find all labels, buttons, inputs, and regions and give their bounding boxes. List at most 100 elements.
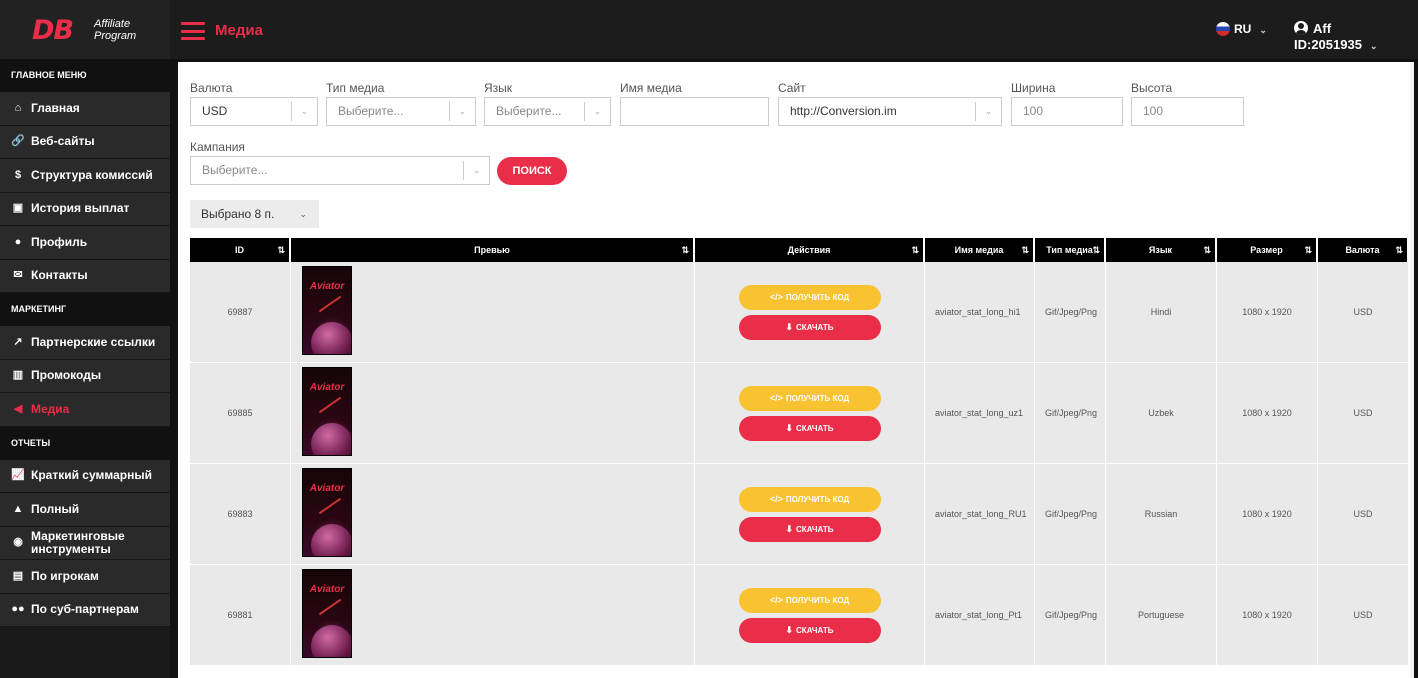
download-button[interactable]: ⬇ СКАЧАТЬ xyxy=(738,314,881,340)
column-header[interactable]: Язык ⇅ xyxy=(1106,238,1217,262)
sort-icon[interactable]: ⇅ xyxy=(277,238,285,262)
download-button[interactable]: ⬇ СКАЧАТЬ xyxy=(738,415,881,441)
chevron-down-icon: ⌄ xyxy=(449,102,475,121)
preview-image[interactable]: Aviator xyxy=(302,367,352,456)
sidebar-item-label: Краткий суммарный xyxy=(31,468,152,483)
preview-image[interactable]: Aviator xyxy=(302,468,352,557)
sidebar-item-user[interactable]: ● Профиль xyxy=(0,226,170,260)
currency-select[interactable]: USD ⌄ xyxy=(190,97,318,126)
sidebar-item-megaphone[interactable]: ◀ Медиа xyxy=(0,393,170,427)
sidebar-item-dollar[interactable]: $ Структура комиссий xyxy=(0,159,170,193)
sidebar-item-home[interactable]: ⌂ Главная xyxy=(0,92,170,126)
table-cell: 69887 xyxy=(190,262,291,362)
height-input[interactable]: 100 xyxy=(1131,97,1244,126)
table-cell: Gif/Jpeg/Png xyxy=(1035,565,1106,665)
table-cell: Aviator xyxy=(291,363,695,463)
logo[interactable]: DB Affiliate Program xyxy=(0,0,170,59)
media-currency: USD xyxy=(1353,307,1373,317)
sidebar-section-title: ОТЧЕТЫ xyxy=(0,426,170,460)
account-menu[interactable]: Aff ID:2051935 ⌄ xyxy=(1294,21,1418,54)
table-cell: Aviator xyxy=(291,262,695,362)
scrollbar[interactable] xyxy=(1410,62,1414,678)
language-selector[interactable]: RU ⌄ xyxy=(1216,21,1267,38)
sidebar-item-label: Партнерские ссылки xyxy=(31,334,156,349)
table-cell: Russian xyxy=(1106,464,1217,564)
media-currency: USD xyxy=(1353,509,1373,519)
column-header-label: Тип медиа xyxy=(1046,245,1093,255)
table-cell: Gif/Jpeg/Png xyxy=(1035,363,1106,463)
sidebar-item-label: Полный xyxy=(31,501,80,516)
width-input[interactable]: 100 xyxy=(1011,97,1123,126)
media-type-select[interactable]: Выберите... ⌄ xyxy=(326,97,476,126)
search-button[interactable]: ПОИСК xyxy=(497,157,567,185)
preview-image[interactable]: Aviator xyxy=(302,569,352,658)
sidebar-item-id-card[interactable]: ▤ По игрокам xyxy=(0,560,170,594)
chevron-down-icon: ⌄ xyxy=(1369,41,1378,51)
sidebar-item-area-chart[interactable]: ▲ Полный xyxy=(0,493,170,527)
table-cell: aviator_stat_long_Pt1 xyxy=(925,565,1035,665)
media-id: 69887 xyxy=(227,307,253,317)
download-button[interactable]: ⬇ СКАЧАТЬ xyxy=(738,516,881,542)
language-select[interactable]: Выберите... ⌄ xyxy=(484,97,611,126)
column-header-label: Действия xyxy=(787,245,831,255)
chevron-down-icon: ⌄ xyxy=(584,102,610,121)
column-header[interactable]: Валюта ⇅ xyxy=(1318,238,1409,262)
table-cell: 1080 x 1920 xyxy=(1217,565,1318,665)
sidebar-item-label: Контакты xyxy=(31,268,88,283)
column-header[interactable]: Превью ⇅ xyxy=(291,238,695,262)
media-language: Hindi xyxy=(1150,307,1172,317)
site-select[interactable]: http://Conversion.im ⌄ xyxy=(778,97,1002,126)
get-code-button[interactable]: </> ПОЛУЧИТЬ КОД xyxy=(738,385,881,411)
sort-icon[interactable]: ⇅ xyxy=(1021,238,1029,262)
download-icon: ⬇ xyxy=(785,321,794,332)
sidebar-item-line-chart[interactable]: 📈 Краткий суммарный xyxy=(0,459,170,493)
get-code-button[interactable]: </> ПОЛУЧИТЬ КОД xyxy=(738,486,881,512)
menu-toggle-icon[interactable] xyxy=(181,22,205,40)
logo-subtitle-line1: Affiliate xyxy=(94,18,131,30)
sort-icon[interactable]: ⇅ xyxy=(1092,238,1100,262)
sidebar-item-palette[interactable]: ◉ Маркетинговые инструменты xyxy=(0,526,170,560)
plane-graphic xyxy=(318,497,342,515)
sort-icon[interactable]: ⇅ xyxy=(1304,238,1312,262)
actions-group: </> ПОЛУЧИТЬ КОД ⬇ СКАЧАТЬ xyxy=(738,587,881,643)
sort-icon[interactable]: ⇅ xyxy=(1203,238,1211,262)
sidebar-item-external-link[interactable]: ↗ Партнерские ссылки xyxy=(0,326,170,360)
download-button[interactable]: ⬇ СКАЧАТЬ xyxy=(738,617,881,643)
planet-graphic xyxy=(311,423,351,455)
table-row: 69881 Aviator </> ПОЛУЧИТЬ КОД ⬇ СКАЧАТЬ aviat… xyxy=(190,565,1409,666)
sort-icon[interactable]: ⇅ xyxy=(911,238,919,262)
column-header[interactable]: ID ⇅ xyxy=(190,238,291,262)
id-card-icon: ▤ xyxy=(12,569,24,582)
campaign-select[interactable]: Выберите... ⌄ xyxy=(190,156,490,185)
sidebar-item-users[interactable]: ●● По суб-партнерам xyxy=(0,593,170,627)
table-cell: </> ПОЛУЧИТЬ КОД ⬇ СКАЧАТЬ xyxy=(695,464,925,564)
get-code-button[interactable]: </> ПОЛУЧИТЬ КОД xyxy=(738,587,881,613)
sidebar-item-barcode[interactable]: ▥ Промокоды xyxy=(0,359,170,393)
column-header[interactable]: Имя медиа ⇅ xyxy=(925,238,1035,262)
get-code-button[interactable]: </> ПОЛУЧИТЬ КОД xyxy=(738,284,881,310)
planet-graphic xyxy=(311,524,351,556)
page-title: Медиа xyxy=(215,22,263,39)
logo-mark: DB xyxy=(32,15,74,46)
column-header[interactable]: Действия ⇅ xyxy=(695,238,925,262)
sidebar-item-money[interactable]: ▣ История выплат xyxy=(0,192,170,226)
sort-icon[interactable]: ⇅ xyxy=(681,238,689,262)
sidebar-item-envelope[interactable]: ✉ Контакты xyxy=(0,259,170,293)
media-size: 1080 x 1920 xyxy=(1242,610,1292,620)
plane-graphic xyxy=(318,598,342,616)
table-cell: 1080 x 1920 xyxy=(1217,363,1318,463)
sort-icon[interactable]: ⇅ xyxy=(1395,238,1403,262)
sidebar-item-link[interactable]: 🔗 Веб-сайты xyxy=(0,125,170,159)
get-code-label: ПОЛУЧИТЬ КОД xyxy=(785,494,850,504)
external-link-icon: ↗ xyxy=(13,335,23,348)
preview-image[interactable]: Aviator xyxy=(302,266,352,355)
column-header[interactable]: Тип медиа ⇅ xyxy=(1035,238,1106,262)
media-type: Gif/Jpeg/Png xyxy=(1045,609,1098,620)
column-header[interactable]: Размер ⇅ xyxy=(1217,238,1318,262)
main-content: Валюта USD ⌄ Тип медиа Выберите... ⌄ Язы… xyxy=(178,62,1414,678)
media-id: 69883 xyxy=(227,509,253,519)
column-selector[interactable]: Выбрано 8 п. ⌄ xyxy=(190,200,319,228)
table-cell: </> ПОЛУЧИТЬ КОД ⬇ СКАЧАТЬ xyxy=(695,363,925,463)
chevron-down-icon: ⌄ xyxy=(1259,25,1267,35)
media-name-input[interactable] xyxy=(620,97,769,126)
